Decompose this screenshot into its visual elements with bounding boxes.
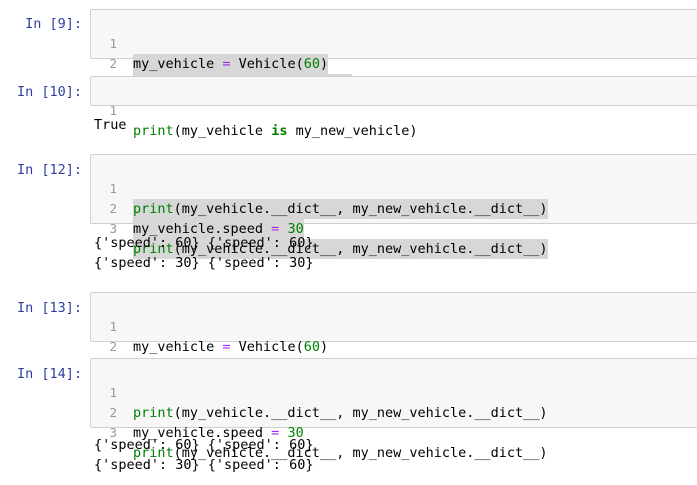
line-number: 2 bbox=[109, 56, 117, 71]
code-token: 60 bbox=[303, 339, 320, 355]
output-line: {'speed': 60} {'speed': 60} bbox=[94, 437, 314, 453]
code-token: (my_vehicle bbox=[173, 123, 272, 139]
code-token: is bbox=[271, 123, 288, 139]
code-token: = bbox=[222, 339, 231, 355]
code-input[interactable]: 1 my_vehicle = Vehicle(60) 2 my_new_vehi… bbox=[90, 9, 697, 94]
line-number: 2 bbox=[109, 339, 117, 354]
code-line: 2 my_new_vehicle = Vehicle(60) bbox=[91, 317, 697, 375]
code-line: 1 my_vehicle = Vehicle(60) bbox=[91, 14, 697, 74]
code-text: my_vehicle = Vehicle(60) bbox=[133, 337, 328, 357]
output-line: {'speed': 60} {'speed': 60} bbox=[94, 235, 314, 251]
code-token: my_vehicle bbox=[133, 56, 223, 72]
cell-output: {'speed': 60} {'speed': 60} {'speed': 30}… bbox=[94, 435, 313, 475]
code-line: 1 my_vehicle = Vehicle(60) bbox=[91, 297, 697, 355]
code-line: 1 print(my_vehicle.__dict__, my_new_vehi… bbox=[91, 363, 697, 421]
cell-prompt: In [14]: bbox=[16, 366, 82, 382]
code-token: ) bbox=[319, 56, 329, 72]
code-line: 1 print(my_vehicle.__dict__, my_new_vehi… bbox=[91, 159, 697, 219]
cell-prompt: In [12]: bbox=[16, 162, 82, 178]
cell-output: {'speed': 60} {'speed': 60} {'speed': 30}… bbox=[94, 233, 313, 273]
code-input[interactable]: 1 print(my_vehicle.__dict__, my_new_vehi… bbox=[90, 358, 697, 461]
code-text: print(my_vehicle is my_new_vehicle) bbox=[133, 121, 418, 141]
code-input[interactable]: 1 my_vehicle = Vehicle(60) 2 my_new_vehi… bbox=[90, 292, 697, 375]
code-token: Vehicle( bbox=[230, 339, 304, 355]
code-token: Vehicle( bbox=[230, 56, 304, 72]
code-line: 1 print(my_vehicle is my_new_vehicle) bbox=[91, 81, 697, 139]
code-line: 2 my_vehicle.speed = 30 bbox=[91, 179, 697, 239]
code-line: 2 my_vehicle.speed = 30 bbox=[91, 383, 697, 441]
code-token: my_new_vehicle) bbox=[287, 123, 418, 139]
code-text: my_vehicle = Vehicle(60) bbox=[133, 54, 329, 74]
code-token: 60 bbox=[303, 56, 320, 72]
code-line: 3 print(my_vehicle.__dict__, my_new_vehi… bbox=[91, 403, 697, 461]
output-line: {'speed': 30} {'speed': 60} bbox=[94, 457, 314, 473]
code-token: ) bbox=[319, 339, 329, 355]
code-token: = bbox=[222, 56, 231, 72]
output-line: {'speed': 30} {'speed': 30} bbox=[94, 255, 314, 271]
code-line: 3 print(my_vehicle.__dict__, my_new_vehi… bbox=[91, 199, 697, 259]
cell-prompt: In [10]: bbox=[16, 84, 82, 100]
code-input[interactable]: 1 print(my_vehicle is my_new_vehicle) bbox=[90, 76, 697, 139]
cell-prompt: In [9]: bbox=[25, 16, 82, 32]
output-line: True bbox=[94, 117, 127, 133]
code-line: 2 my_new_vehicle = my_vehicle bbox=[91, 34, 697, 94]
cell-output: True bbox=[94, 115, 127, 135]
code-token: print bbox=[133, 123, 174, 139]
cell-prompt: In [13]: bbox=[16, 300, 82, 316]
code-token: my_vehicle bbox=[133, 339, 223, 355]
code-input[interactable]: 1 print(my_vehicle.__dict__, my_new_vehi… bbox=[90, 154, 697, 259]
